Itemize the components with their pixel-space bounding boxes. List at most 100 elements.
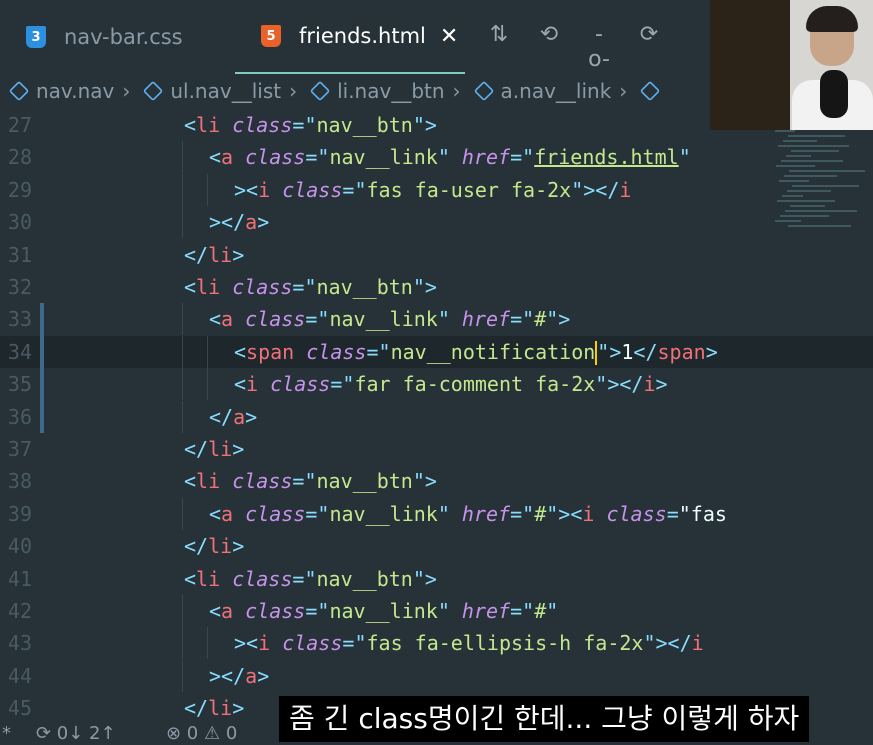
code-line[interactable]: 36 </a> (0, 400, 873, 433)
minimap-line (792, 185, 859, 187)
code-line[interactable]: 38 <li class="nav__btn"> (0, 465, 873, 497)
code-text: </li> (184, 437, 245, 461)
remote-indicator[interactable]: * (2, 722, 11, 745)
line-number: 34 (7, 339, 32, 364)
indent-guide (207, 335, 208, 368)
line-number: 43 (7, 631, 32, 656)
tab-nav-bar-css[interactable]: 3 nav-bar.css (0, 0, 235, 74)
minimap-line (783, 140, 817, 142)
tab-friends-html[interactable]: 5 friends.html ✕ (235, 0, 465, 74)
minimap-line (784, 175, 837, 177)
indent-guide (182, 659, 183, 692)
breadcrumb-label: ul.nav__list (170, 79, 282, 103)
line-number: 28 (7, 145, 32, 170)
code-text: <a class="nav__link" href="friends.html" (209, 145, 691, 170)
html5-file-icon: 5 (261, 25, 281, 47)
minimap-line (775, 220, 801, 222)
minimap-line (782, 195, 803, 197)
line-number: 29 (7, 177, 32, 202)
code-text: <li class="nav__btn"> (184, 566, 437, 591)
minimap-line (777, 200, 835, 202)
code-text: <span class="nav__notification ">1</span> (234, 339, 718, 366)
code-line[interactable]: 40 </li> (0, 530, 873, 562)
minimap-line (788, 135, 845, 137)
code-text: <a class="nav__link" href="#" (209, 599, 559, 623)
line-number: 42 (7, 599, 32, 623)
indent-guide (182, 141, 183, 174)
code-line[interactable]: 28 <a class="nav__link" href="friends.htm… (0, 141, 873, 174)
timeline-dot-icon[interactable]: -o- (585, 22, 613, 72)
minimap-line (786, 155, 811, 157)
symbol-cube-icon (473, 80, 494, 102)
code-editor[interactable]: 27 <li class="nav__btn"> 28 <a class="nav__… (0, 108, 873, 718)
minimap[interactable] (775, 130, 873, 240)
code-line[interactable]: 29 ><i class="fas fa-user fa-2x"></i (0, 173, 873, 206)
code-line[interactable]: 31 </li> (0, 239, 873, 271)
code-text: <i class="far fa-comment fa-2x"></i> (234, 372, 668, 397)
code-text: <li class="nav__btn"> (184, 469, 437, 494)
line-number: 32 (7, 275, 32, 299)
code-text: </li> (184, 696, 245, 718)
code-line[interactable]: 32 <li class="nav__btn"> (0, 271, 873, 303)
go-forward-icon[interactable]: ⟳ (635, 22, 663, 72)
symbol-cube-icon (8, 80, 30, 102)
code-line[interactable]: 44 ></a> (0, 659, 873, 692)
code-line[interactable]: 41 <li class="nav__btn"> (0, 563, 873, 595)
breadcrumb-separator: › (452, 79, 461, 103)
breadcrumb-item[interactable]: ul.nav__list › (134, 79, 301, 103)
minimap-line (788, 225, 851, 227)
code-text: <a class="nav__link" href="#"><i class="… (209, 501, 727, 526)
code-line[interactable]: 30 ></a> (0, 206, 873, 239)
minimap-line (789, 170, 865, 172)
compare-changes-icon[interactable]: ⇅ (485, 22, 513, 72)
indent-guide (207, 173, 208, 206)
indent-guide (182, 400, 183, 433)
editor-toolbar: ⇅ ⟲ -o- ⟳ (485, 22, 663, 72)
line-number: 35 (7, 372, 32, 397)
code-line[interactable]: 37 </li> (0, 433, 873, 465)
minimap-line (775, 130, 795, 132)
breadcrumb-item[interactable]: li.nav__btn › (301, 79, 464, 103)
code-line[interactable]: 35 <i class="far fa-comment fa-2x"></i> (0, 368, 873, 401)
breadcrumb-label: nav.nav (36, 79, 115, 103)
minimap-line (791, 150, 839, 152)
code-text: <li class="nav__btn"> (184, 275, 437, 299)
symbol-cube-icon (143, 80, 164, 102)
code-text: ></a> (209, 663, 270, 688)
minimap-line (780, 215, 829, 217)
breadcrumb-item[interactable]: nav.nav › (0, 79, 134, 103)
breadcrumb-item[interactable]: a.nav__link › (465, 79, 668, 103)
code-line[interactable]: 39 <a class="nav__link" href="#"><i class… (0, 497, 873, 530)
code-text: </li> (184, 534, 245, 559)
line-number: 39 (7, 501, 32, 526)
modified-lines-marker (40, 303, 44, 433)
indent-guide (207, 368, 208, 401)
minimap-line (787, 190, 831, 192)
sync-status[interactable]: ⟳ 0↓ 2↑ (36, 722, 116, 745)
code-text: ><i class="fas fa-ellipsis-h fa-2x"></i (234, 631, 704, 656)
line-number: 38 (7, 469, 32, 494)
minimap-line (778, 145, 849, 147)
line-number: 33 (7, 307, 32, 332)
code-line[interactable]: 43 ><i class="fas fa-ellipsis-h fa-2x"></… (0, 627, 873, 660)
indent-guide (182, 627, 183, 660)
line-number: 30 (7, 210, 32, 235)
minimap-line (781, 160, 843, 162)
indent-guide (207, 627, 208, 660)
problems-count[interactable]: ⊗ 0 ⚠ 0 (166, 722, 237, 745)
code-line[interactable]: 42 <a class="nav__link" href="#" (0, 595, 873, 627)
webcam-overlay (710, 0, 873, 130)
indent-guide (182, 303, 183, 336)
go-back-icon[interactable]: ⟲ (535, 22, 563, 72)
close-tab-icon[interactable]: ✕ (440, 24, 458, 49)
code-text: <a class="nav__link" href="#"> (209, 307, 571, 332)
code-text: <li class="nav__btn"> (184, 113, 437, 137)
code-line[interactable]: 34 <span class="nav__notification ">1</spa… (0, 335, 873, 368)
indent-guide (182, 595, 183, 627)
code-line[interactable]: 33 <a class="nav__link" href="#"> (0, 303, 873, 336)
video-subtitle: 좀 긴 class명이긴 한데... 그냥 이렇게 하자 (279, 696, 810, 742)
symbol-cube-icon (309, 80, 331, 102)
microphone-icon (820, 70, 848, 118)
css3-file-icon: 3 (26, 26, 46, 48)
presenter-hair (806, 6, 858, 32)
